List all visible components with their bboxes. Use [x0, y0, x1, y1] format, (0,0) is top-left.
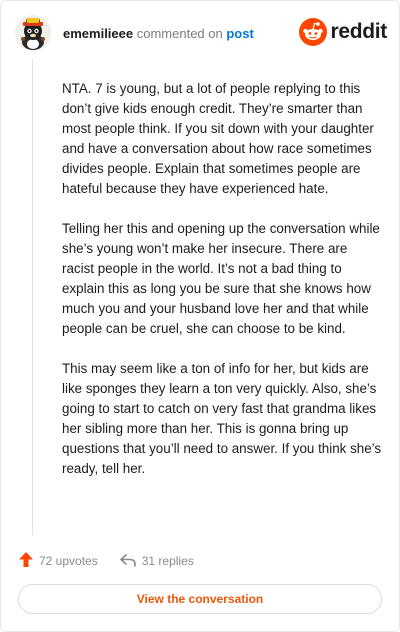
comment-body: NTA. 7 is young, but a lot of people rep…	[62, 79, 382, 499]
comment-meta: ememilieee commented on post	[63, 26, 254, 41]
comment-actions: 72 upvotes 31 replies	[19, 551, 194, 571]
upvote-count: 72 upvotes	[39, 554, 98, 568]
reply-count: 31 replies	[141, 554, 194, 568]
commented-on-text: commented on	[136, 26, 223, 41]
comment-paragraph: This may seem like a ton of info for her…	[62, 361, 382, 476]
comment-header: ememilieee commented on post reddit	[15, 15, 387, 55]
comment-paragraph: NTA. 7 is young, but a lot of people rep…	[62, 81, 374, 196]
post-link[interactable]: post	[226, 26, 253, 41]
replies-button[interactable]: 31 replies	[119, 553, 194, 570]
view-conversation-button[interactable]: View the conversation	[18, 584, 382, 614]
reddit-logo[interactable]: reddit	[299, 18, 387, 46]
upvote-arrow-icon	[19, 552, 39, 570]
reddit-snoo-icon	[299, 18, 328, 46]
thread-line	[32, 59, 33, 535]
comment-paragraph: Telling her this and opening up the conv…	[62, 221, 380, 336]
reddit-wordmark: reddit	[330, 20, 387, 43]
cat-avatar-icon[interactable]	[15, 15, 51, 51]
username[interactable]: ememilieee	[63, 26, 133, 41]
upvote-button[interactable]: 72 upvotes	[19, 552, 98, 570]
comment-card: ememilieee commented on post reddit NTA.…	[0, 0, 400, 632]
reply-arrow-icon	[119, 553, 142, 570]
